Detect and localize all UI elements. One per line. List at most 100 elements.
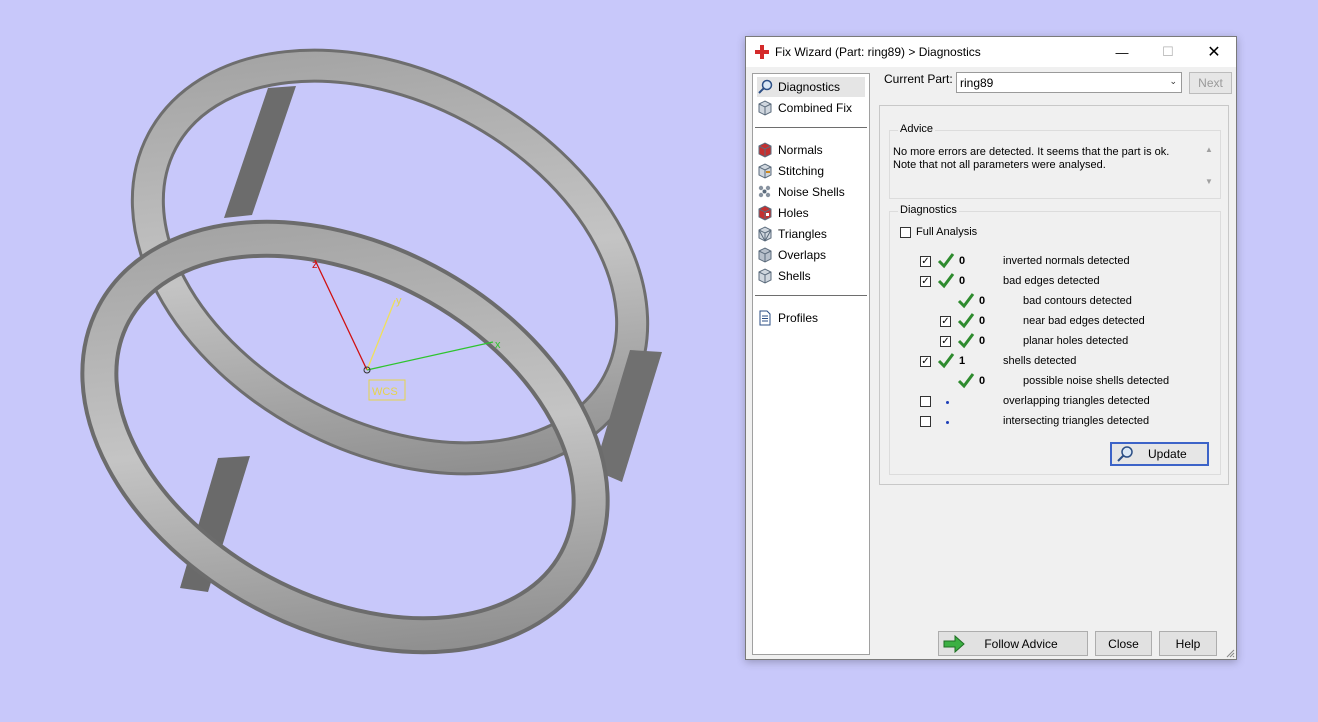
advice-text: No more errors are detected. It seems th…: [891, 143, 1203, 193]
minimize-button[interactable]: —: [1099, 37, 1145, 67]
z-axis-label: z: [312, 259, 318, 271]
green-check-icon: [957, 373, 975, 389]
intersecting-triangles-checkbox[interactable]: [920, 416, 931, 427]
holes-cube-icon: [758, 205, 772, 221]
diagnostics-title: Diagnostics: [898, 204, 959, 216]
close-icon: ✕: [1207, 44, 1221, 61]
ring-model: z y x WCS: [80, 48, 662, 655]
planar-holes-checkbox[interactable]: ✓: [940, 336, 951, 347]
3d-viewport[interactable]: z y x WCS: [0, 0, 745, 722]
nav-label-holes: Holes: [778, 206, 809, 220]
magnifier-icon: [758, 79, 773, 94]
follow-advice-label: Follow Advice: [984, 636, 1058, 651]
nav-label-noise-shells: Noise Shells: [778, 185, 845, 199]
inverted-normals-label: inverted normals detected: [1003, 255, 1130, 267]
noise-shells-icon: [758, 185, 771, 198]
overlapping-triangles-label: overlapping triangles detected: [1003, 395, 1150, 407]
near-bad-edges-count: 0: [979, 315, 986, 327]
current-part-label: Current Part:: [884, 72, 953, 86]
current-part-value: ring89: [960, 76, 994, 90]
nav-item-overlaps[interactable]: Overlaps: [757, 245, 865, 265]
nav-item-stitching[interactable]: Stitching: [757, 161, 865, 181]
bad-edges-label: bad edges detected: [1003, 275, 1100, 287]
nav-item-holes[interactable]: Holes: [757, 203, 865, 223]
normals-cube-icon: [758, 142, 772, 158]
bad-edges-checkbox[interactable]: ✓: [920, 276, 931, 287]
resize-grip-icon[interactable]: [1225, 648, 1235, 658]
overlaps-cube-icon: [758, 247, 772, 263]
chevron-down-icon: ⌄: [1169, 76, 1177, 86]
minimize-icon: —: [1115, 44, 1129, 60]
green-check-icon: [957, 293, 975, 309]
noise-shells-label: possible noise shells detected: [1023, 375, 1170, 387]
overlapping-triangles-checkbox[interactable]: [920, 396, 931, 407]
advice-line-1: No more errors are detected. It seems th…: [893, 146, 1170, 158]
help-button[interactable]: Help: [1159, 631, 1217, 656]
shells-cube-icon: [758, 268, 772, 284]
near-bad-edges-checkbox[interactable]: ✓: [940, 316, 951, 327]
stitching-cube-icon: [758, 163, 772, 179]
maximize-button[interactable]: ☐: [1145, 37, 1191, 67]
nav-label-diagnostics: Diagnostics: [778, 80, 841, 94]
nav-item-combined-fix[interactable]: Combined Fix: [757, 98, 865, 118]
follow-advice-button[interactable]: Follow Advice: [938, 631, 1088, 656]
navigation-panel: Diagnostics Combined Fix Normals Stitchi…: [752, 73, 870, 655]
magnifier-icon: [1117, 446, 1133, 462]
wcs-label: WCS: [372, 386, 398, 398]
inverted-normals-checkbox[interactable]: ✓: [920, 256, 931, 267]
shells-checkbox[interactable]: ✓: [920, 356, 931, 367]
advice-line-2: Note that not all parameters were analys…: [893, 159, 1106, 171]
nav-item-noise-shells[interactable]: Noise Shells: [757, 182, 865, 202]
diagnostics-group: Diagnostics Full Analysis ✓ 0 inverted n…: [889, 204, 1221, 475]
advice-scrollbar[interactable]: ▲ ▼: [1202, 145, 1216, 189]
green-check-icon: [937, 253, 955, 269]
cube-icon: [758, 100, 772, 116]
scroll-up-icon: ▲: [1205, 145, 1213, 154]
advice-title: Advice: [898, 123, 936, 135]
close-button-label: Close: [1108, 636, 1139, 651]
maximize-icon: ☐: [1162, 44, 1174, 59]
scroll-down-icon: ▼: [1205, 177, 1213, 186]
red-cross-icon: [755, 45, 769, 59]
noise-shells-count: 0: [979, 375, 986, 387]
next-button-label: Next: [1198, 76, 1223, 90]
x-axis-line: [366, 341, 494, 371]
diagnostics-panel: Advice No more errors are detected. It s…: [879, 105, 1229, 485]
green-check-icon: [957, 313, 975, 329]
nav-item-profiles[interactable]: Profiles: [757, 308, 865, 328]
bad-edges-count: 0: [959, 275, 966, 287]
nav-item-shells[interactable]: Shells: [757, 266, 865, 286]
fix-wizard-dialog: Fix Wizard (Part: ring89) > Diagnostics …: [745, 36, 1237, 660]
triangles-cube-icon: [758, 226, 772, 242]
title-bar[interactable]: Fix Wizard (Part: ring89) > Diagnostics …: [746, 37, 1236, 67]
shells-label: shells detected: [1003, 355, 1077, 367]
full-analysis-checkbox[interactable]: [900, 227, 911, 238]
green-arrow-icon: [943, 635, 965, 653]
green-check-icon: [937, 353, 955, 369]
update-button-label: Update: [1148, 447, 1187, 461]
nav-item-normals[interactable]: Normals: [757, 140, 865, 160]
next-button[interactable]: Next: [1189, 72, 1232, 94]
window-title: Fix Wizard (Part: ring89) > Diagnostics: [775, 45, 981, 59]
advice-group: Advice No more errors are detected. It s…: [889, 123, 1221, 199]
update-button[interactable]: Update: [1110, 442, 1209, 466]
nav-divider: [755, 295, 867, 296]
planar-holes-count: 0: [979, 335, 986, 347]
close-window-button[interactable]: ✕: [1191, 37, 1237, 67]
green-check-icon: [937, 273, 955, 289]
nav-label-profiles: Profiles: [778, 311, 819, 325]
nav-label-normals: Normals: [778, 143, 823, 157]
close-button[interactable]: Close: [1095, 631, 1152, 656]
nav-item-triangles[interactable]: Triangles: [757, 224, 865, 244]
y-axis-line: [366, 299, 396, 371]
nav-label-overlaps: Overlaps: [778, 248, 827, 262]
shells-count: 1: [959, 355, 966, 367]
nav-item-diagnostics[interactable]: Diagnostics: [757, 77, 865, 97]
nav-label-stitching: Stitching: [778, 164, 825, 178]
planar-holes-label: planar holes detected: [1023, 335, 1129, 347]
inverted-normals-count: 0: [959, 255, 966, 267]
x-axis-label: x: [495, 339, 501, 351]
current-part-select[interactable]: ring89 ⌄: [956, 72, 1182, 93]
y-axis-label: y: [396, 295, 402, 307]
nav-label-shells: Shells: [778, 269, 811, 283]
